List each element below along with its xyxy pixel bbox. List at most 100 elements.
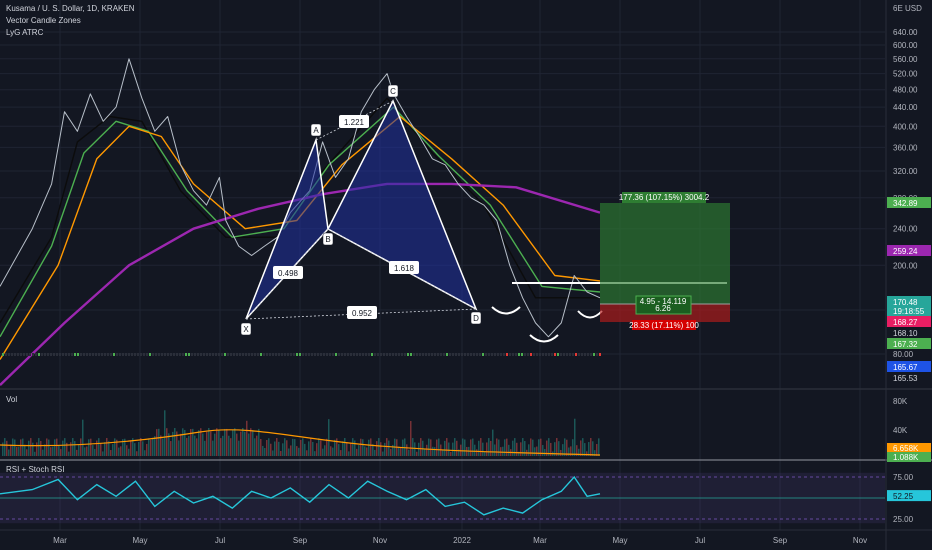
vector-candle-mark: [41, 353, 43, 356]
price-tag-label: 167.32: [893, 340, 918, 349]
volume-tick-label: 80K: [893, 397, 908, 406]
price-tag: 19:18:55: [887, 305, 931, 316]
vector-candle-mark: [317, 353, 319, 356]
vector-candle-mark: [257, 353, 259, 356]
volume-bar: [76, 449, 78, 456]
volume-bar: [28, 440, 30, 456]
vector-candle-mark: [485, 353, 487, 356]
volume-bar: [304, 443, 306, 456]
vector-candle-mark: [449, 353, 451, 356]
entry-label-2: 6.26: [655, 304, 671, 313]
volume-bar: [354, 440, 356, 456]
vector-candle-mark: [110, 353, 112, 356]
time-tick-label: Mar: [53, 536, 67, 545]
volume-bar: [380, 442, 382, 456]
vector-candle-mark: [506, 353, 508, 356]
volume-bar: [170, 441, 172, 456]
vector-candle-mark: [173, 353, 175, 356]
time-tick-label: Sep: [773, 536, 788, 545]
volume-bar: [352, 438, 354, 456]
volume-bar: [104, 442, 106, 456]
volume-bar: [314, 451, 316, 456]
pattern-ratio: 1.221: [339, 115, 369, 128]
volume-bar: [376, 441, 378, 456]
indicator-lyg-atrc[interactable]: LyG ATRC: [6, 28, 43, 38]
vector-candle-mark: [62, 353, 64, 356]
volume-bar: [50, 447, 52, 456]
volume-bar: [38, 438, 40, 456]
rsi-panel: [0, 472, 885, 524]
vector-candle-mark: [290, 353, 292, 356]
vector-candle-mark: [479, 353, 481, 356]
vector-candle-mark: [434, 353, 436, 356]
vector-candle-mark: [89, 353, 91, 356]
volume-bar: [322, 448, 324, 456]
vector-candle-mark: [185, 353, 187, 356]
vector-candle-mark: [398, 353, 400, 356]
xab-triangle: [245, 137, 329, 320]
vector-candle-mark: [68, 353, 70, 356]
vector-candle-mark: [596, 353, 598, 356]
volume-bar: [100, 442, 102, 456]
volume-bar: [26, 449, 28, 456]
vector-candle-mark: [437, 353, 439, 356]
indicator-vector-candle-zones[interactable]: Vector Candle Zones: [6, 16, 81, 26]
vector-candle-mark: [221, 353, 223, 356]
long-position-tool[interactable]: 177.36 (107.15%) 3004.24.95 - 14.1196.26…: [600, 192, 730, 330]
time-tick-label: Nov: [373, 536, 387, 545]
volume-label[interactable]: Vol: [6, 395, 17, 404]
vector-candle-mark: [116, 353, 118, 356]
vector-candle-mark: [488, 353, 490, 356]
time-tick-label: Mar: [533, 536, 547, 545]
vector-candle-mark: [491, 353, 493, 356]
volume-bar: [292, 438, 294, 456]
volume-bar: [356, 448, 358, 456]
vector-candle-mark: [560, 353, 562, 356]
vector-candle-mark: [239, 353, 241, 356]
volume-bar: [528, 444, 530, 456]
vector-candle-mark: [338, 353, 340, 356]
vector-candle-mark: [569, 353, 571, 356]
volume-bar: [580, 440, 582, 456]
vector-candle-mark: [314, 353, 316, 356]
vector-candle-mark: [557, 353, 559, 356]
volume-bar: [572, 439, 574, 456]
volume-bar: [8, 449, 10, 456]
vector-candle-mark: [248, 353, 250, 356]
pattern-point-c: C: [387, 84, 399, 98]
rsi-label[interactable]: RSI + Stoch RSI: [6, 465, 64, 474]
volume-bar: [512, 440, 514, 456]
volume-bar: [154, 436, 156, 456]
vector-candle-mark: [281, 353, 283, 356]
vector-candle-mark: [404, 353, 406, 356]
trading-chart[interactable]: X A B C D 0.498 1.221 1.618 0.952 177.36 (107.15…: [0, 0, 932, 550]
vector-candle-mark: [200, 353, 202, 356]
symbol-title[interactable]: Kusama / U. S. Dollar, 1D, KRAKEN: [6, 4, 135, 14]
price-tag: 259.24: [887, 245, 931, 256]
vector-candle-mark: [236, 353, 238, 356]
volume-bar: [62, 440, 64, 456]
volume-tag-label: 6.658K: [893, 444, 919, 453]
vector-candle-mark: [101, 353, 103, 356]
volume-bar: [32, 442, 34, 456]
volume-bar: [246, 420, 248, 456]
volume-bar: [508, 444, 510, 456]
vector-candle-mark: [395, 353, 397, 356]
volume-bar: [382, 451, 384, 456]
vector-candle-mark: [212, 353, 214, 356]
volume-bar: [398, 446, 400, 456]
volume-bar: [270, 443, 272, 456]
volume-bar: [328, 419, 330, 456]
pattern-point-label: C: [390, 87, 396, 96]
vector-candle-mark: [167, 353, 169, 356]
vector-candle-mark: [341, 353, 343, 356]
volume-bar: [482, 442, 484, 456]
pattern-point-label: X: [243, 325, 249, 334]
vector-candle-mark: [104, 353, 106, 356]
vector-candle-mark: [335, 353, 337, 356]
vector-candle-mark: [278, 353, 280, 356]
volume-bar: [46, 438, 48, 456]
price-tag: 165.67: [887, 361, 931, 372]
volume-bar: [308, 441, 310, 456]
volume-bar: [142, 441, 144, 456]
